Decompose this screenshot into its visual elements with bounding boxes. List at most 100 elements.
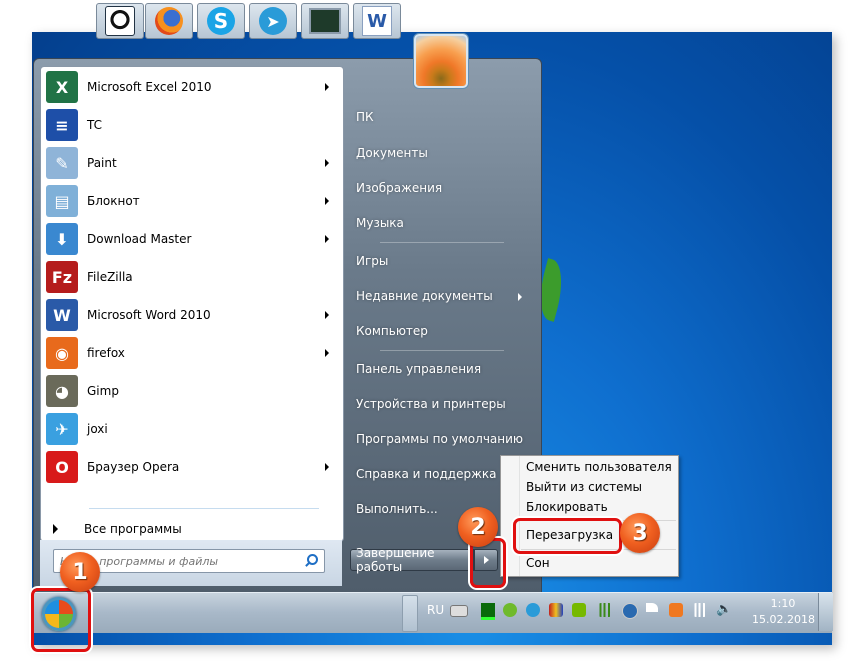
start-link[interactable]: Музыка [356,216,404,230]
program-label: Microsoft Excel 2010 [87,80,212,94]
programs-panel: X Microsoft Excel 2010 ≡ TC ✎ Paint ▤ Блокнот ⬇ D… [40,66,344,542]
submenu-arrow-icon[interactable] [325,311,329,319]
nvidia-icon[interactable] [572,603,586,617]
avast-icon[interactable] [669,603,683,617]
shutdown-options-menu: Сменить пользователя Выйти из системы Бл… [500,455,679,577]
start-link[interactable]: ПК [356,110,374,124]
notepad-icon: ▤ [46,185,78,217]
submenu-arrow-icon[interactable] [325,463,329,471]
shutdown-button[interactable]: Завершение работы [350,546,474,574]
start-link[interactable]: Программы по умолчанию [356,432,523,446]
menu-item-lock[interactable]: Блокировать [526,500,608,514]
start-link[interactable]: Игры [356,254,388,268]
flag-icon[interactable] [646,603,658,612]
start-link-label: Компьютер [356,324,428,338]
taskbar-telegram[interactable]: ➤ [249,3,297,39]
signal-bars-icon[interactable] [598,603,612,617]
start-link-label: Музыка [356,216,404,230]
clock[interactable]: 1:10 15.02.2018 [752,596,815,628]
start-link-label: Справка и поддержка [356,467,497,481]
start-link[interactable]: Выполнить... [356,502,438,516]
telegram-icon: ➤ [259,7,287,35]
start-link-label: Выполнить... [356,502,438,516]
program-item[interactable]: ⬇ Download Master [41,220,343,258]
green-meter-icon[interactable] [481,603,495,620]
floppy-disk-icon: ≡ [46,109,78,141]
program-label: Paint [87,156,117,170]
keyboard-icon[interactable] [450,605,468,617]
program-item[interactable]: X Microsoft Excel 2010 [41,68,343,106]
telegram-tray-icon[interactable] [526,603,540,617]
program-label: Download Master [87,232,192,246]
start-link[interactable]: Панель управления [356,362,481,376]
start-link[interactable]: Документы [356,146,428,160]
program-item[interactable]: Fz FileZilla [41,258,343,296]
program-item[interactable]: O Браузер Opera [41,448,343,486]
bug-icon[interactable] [549,603,563,617]
program-label: Блокнот [87,194,140,208]
taskbar-scroll[interactable] [402,595,418,632]
system-monitor-icon [309,8,341,34]
program-label: Microsoft Word 2010 [87,308,211,322]
menu-item-sleep[interactable]: Сон [526,556,550,570]
start-link[interactable]: Справка и поддержка [356,467,497,481]
all-programs-label: Все программы [84,522,182,536]
submenu-arrow-icon[interactable] [325,83,329,91]
taskbar-skype[interactable]: S [197,3,245,39]
start-link-label: Программы по умолчанию [356,432,524,446]
program-item[interactable]: ◉ firefox [41,334,343,372]
filezilla-icon: Fz [46,261,78,293]
show-desktop-button[interactable] [818,593,833,631]
search-icon[interactable] [302,552,320,570]
all-programs-button[interactable]: Все программы [41,517,343,541]
start-link-label: ПК [356,110,374,124]
start-link[interactable]: Недавние документы [356,289,522,303]
program-item[interactable]: ◕ Gimp [41,372,343,410]
step-badge-3: 3 [620,513,660,553]
step-badge-2: 2 [458,507,498,547]
program-item[interactable]: ✈ joxi [41,410,343,448]
excel-icon: X [46,71,78,103]
opera-icon: O [46,451,78,483]
speaker-icon[interactable]: 🔈 [716,603,732,617]
program-item[interactable]: ≡ TC [41,106,343,144]
user-avatar[interactable] [414,34,468,88]
word-icon: W [362,6,392,36]
program-label: FileZilla [87,270,133,284]
start-link[interactable]: Компьютер [356,324,428,338]
joxi-bird-icon: ✈ [46,413,78,445]
program-item[interactable]: W Microsoft Word 2010 [41,296,343,334]
network-globe-icon[interactable] [622,603,638,619]
submenu-arrow-icon[interactable] [325,197,329,205]
taskbar-word[interactable]: W [353,3,401,39]
submenu-arrow-icon[interactable] [518,293,522,301]
wifi-bars-icon[interactable] [693,603,707,617]
submenu-arrow-icon[interactable] [325,159,329,167]
separator [380,242,504,243]
menu-item-switch-user[interactable]: Сменить пользователя [526,460,672,474]
start-link[interactable]: Устройства и принтеры [356,397,506,411]
skype-icon: S [207,7,235,35]
program-item[interactable]: ✎ Paint [41,144,343,182]
start-link-label: Изображения [356,181,443,195]
highlight-restart [513,518,622,554]
panda-icon [105,6,135,36]
taskbar-firefox[interactable] [145,3,193,39]
gimp-icon: ◕ [46,375,78,407]
start-link-label: Игры [356,254,389,268]
submenu-arrow-icon[interactable] [325,349,329,357]
start-link[interactable]: Изображения [356,181,442,195]
taskbar-system-monitor[interactable] [301,3,349,39]
word-icon: W [46,299,78,331]
submenu-arrow-icon[interactable] [325,235,329,243]
menu-item-log-off[interactable]: Выйти из системы [526,480,642,494]
program-label: Браузер Opera [87,460,180,474]
start-link-label: Документы [356,146,428,160]
program-item[interactable]: ▤ Блокнот [41,182,343,220]
taskbar-panda[interactable] [96,3,144,39]
separator [380,350,504,351]
check-shield-icon[interactable] [503,603,517,617]
arrow-right-icon [53,524,58,534]
language-indicator[interactable]: RU [427,603,444,617]
firefox-icon [155,7,183,35]
